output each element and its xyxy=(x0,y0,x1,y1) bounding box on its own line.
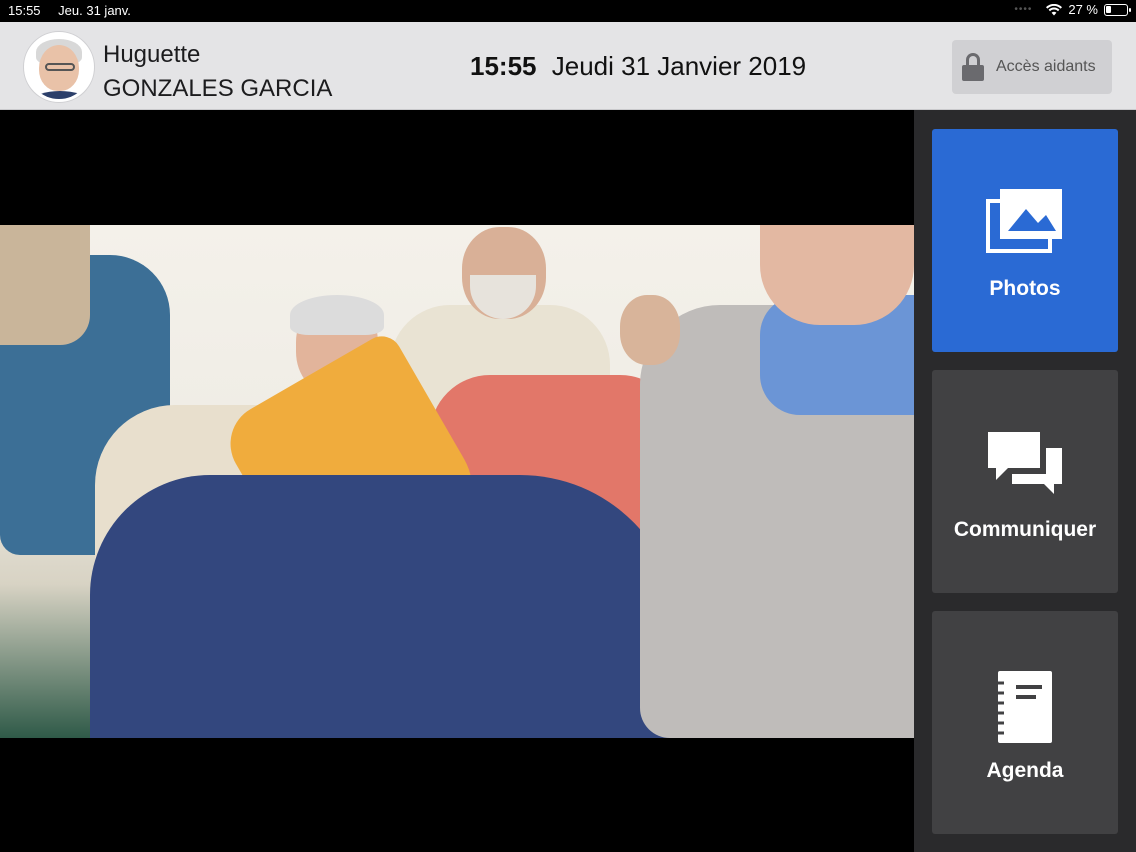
sidebar-item-label: Photos xyxy=(989,277,1061,300)
header-time: 15:55 xyxy=(470,51,537,81)
battery-percent: 27 % xyxy=(1068,2,1098,17)
notebook-icon xyxy=(994,671,1052,743)
sidebar-item-agenda[interactable]: Agenda xyxy=(932,611,1118,834)
sidebar-menu: Photos Communiquer Agenda xyxy=(914,110,1136,852)
man-right-head xyxy=(760,225,914,325)
header-date: Jeudi 31 Janvier 2019 xyxy=(551,51,807,81)
chat-icon xyxy=(988,432,1062,494)
battery-icon xyxy=(1104,3,1131,16)
user-name: Huguette GONZALES GARCIA xyxy=(103,38,332,106)
datetime: 15:55 Jeudi 31 Janvier 2019 xyxy=(470,51,806,82)
status-time: 15:55 xyxy=(8,3,41,18)
lock-icon xyxy=(962,53,984,81)
sidebar-item-label: Communiquer xyxy=(953,518,1097,541)
user-last-name: GONZALES GARCIA xyxy=(103,75,333,102)
sidebar-item-communiquer[interactable]: Communiquer xyxy=(932,370,1118,593)
status-bar: 15:55 Jeu. 31 janv. •••• 27 % xyxy=(0,0,1136,22)
sidebar-item-label: Agenda xyxy=(986,759,1064,782)
multitask-dots-icon: •••• xyxy=(1014,4,1033,15)
caregiver-access-label: Accès aidants xyxy=(996,58,1096,75)
wifi-icon xyxy=(1046,3,1063,15)
slideshow-photo[interactable] xyxy=(0,225,914,738)
photos-icon xyxy=(986,189,1062,253)
header: Huguette GONZALES GARCIA 15:55 Jeudi 31 … xyxy=(0,22,1136,110)
woman-blue-trousers xyxy=(90,475,680,738)
status-date: Jeu. 31 janv. xyxy=(58,3,131,18)
user-first-name: Huguette xyxy=(103,41,201,68)
caregiver-access-button[interactable]: Accès aidants xyxy=(952,40,1112,94)
avatar[interactable] xyxy=(24,32,94,102)
sidebar-item-photos[interactable]: Photos xyxy=(932,129,1118,352)
